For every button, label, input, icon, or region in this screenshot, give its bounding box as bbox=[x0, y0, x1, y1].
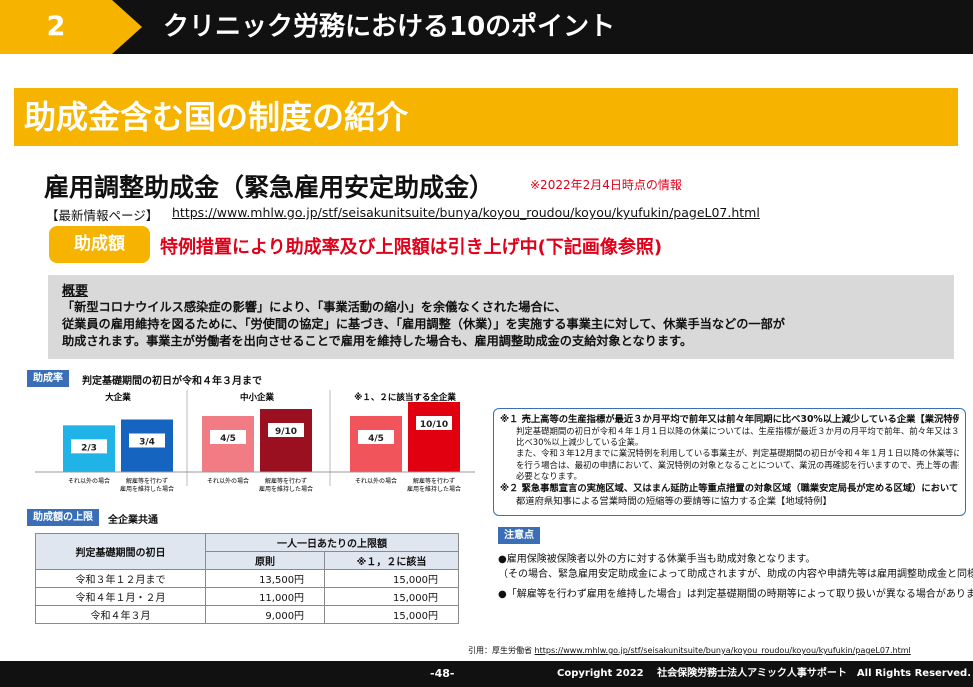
cell-special: 15,000円 bbox=[324, 605, 459, 624]
caution-line: ●雇用保険被保険者以外の方に対する休業手当も助成対象となります。 bbox=[498, 554, 816, 565]
cell-principle: 9,000円 bbox=[204, 605, 326, 624]
note-1-line: 判定基礎期間の初日が令和４年１月１日以降の休業については、生産指標が最近３か月の… bbox=[516, 426, 959, 436]
cell-special: 15,000円 bbox=[324, 587, 459, 606]
overview-line: 従業員の雇用維持を図るために、「労使間の協定」に基づき、「雇用調整（休業）」を実… bbox=[62, 317, 785, 331]
footer-bar: -48- Copyright 2022 社会保険労務士法人アミック人事サポート … bbox=[0, 661, 973, 687]
special-cases-box: ※１ 売上高等の生産指標が最近３か月平均で前年又は前々年同期に比べ30%以上減少… bbox=[493, 408, 966, 516]
citation-label: 引用：厚生労働省 bbox=[468, 646, 535, 655]
overview-heading: 概要 bbox=[62, 284, 89, 299]
x-label-keep: 解雇等を行わず bbox=[126, 477, 168, 485]
section-header-bar: 2 クリニック労務における10のポイント bbox=[0, 0, 973, 54]
note-2-heading: ※２ 緊急事態宣言の実施区域、又はまん延防止等重点措置の対象区域（職業安定局長が… bbox=[500, 483, 959, 495]
x-label-other: それ以外の場合 bbox=[355, 477, 397, 485]
x-label-other: それ以外の場合 bbox=[207, 477, 249, 485]
subsidy-title: 雇用調整助成金（緊急雇用安定助成金） bbox=[44, 173, 495, 202]
group-label: ※１、２に該当する全企業 bbox=[354, 392, 456, 403]
x-label-keep: 解雇等を行わず bbox=[265, 477, 307, 485]
x-label-keep: 雇用を維持した場合 bbox=[120, 485, 174, 493]
rate-bar bbox=[260, 409, 312, 472]
col-period: 判定基礎期間の初日 bbox=[35, 533, 206, 570]
note-1-line: を行う場合は、最初の申請において、業況特例の対象となることについて、業況の再確認… bbox=[516, 459, 959, 470]
limit-heading: 全企業共通 bbox=[108, 515, 158, 526]
citation-link[interactable]: https://www.mhlw.go.jp/stf/seisakunitsui… bbox=[535, 646, 911, 655]
section-arrow-icon bbox=[112, 0, 142, 54]
rate-value-label: 10/10 bbox=[420, 420, 448, 430]
caution-tag: 注意点 bbox=[498, 527, 540, 544]
rate-bar bbox=[408, 402, 460, 472]
rate-value-label: 3/4 bbox=[139, 438, 155, 448]
info-page-link[interactable]: https://www.mhlw.go.jp/stf/seisakunitsui… bbox=[172, 205, 760, 220]
as-of-note: ※2022年2月4日時点の情報 bbox=[530, 178, 682, 192]
limit-table: 判定基礎期間の初日 一人一日あたりの上限額 原則 ※１，２に該当 令和３年１２月… bbox=[35, 533, 459, 624]
col-special: ※１，２に該当 bbox=[324, 551, 459, 570]
topic-banner: 助成金含む国の制度の紹介 bbox=[14, 88, 958, 146]
cell-period: 令和４年３月 bbox=[35, 605, 206, 624]
cell-period: 令和４年１月・２月 bbox=[35, 587, 206, 606]
rate-value-label: 2/3 bbox=[81, 443, 97, 453]
cell-period: 令和３年１２月まで bbox=[35, 569, 206, 588]
amount-text: 特例措置により助成率及び上限額は引き上げ中(下記画像参照) bbox=[160, 237, 663, 258]
caution-line: （その場合、緊急雇用安定助成金によって助成されますが、助成の内容や申請先等は雇用… bbox=[498, 569, 973, 580]
note-1-line: また、令和３年12月までに業況特例を利用している事業主が、判定基礎期間の初日が令… bbox=[516, 448, 959, 459]
table-row: 令和４年１月・２月 11,000円 15,000円 bbox=[35, 587, 459, 606]
col-daily: 一人一日あたりの上限額 bbox=[205, 533, 459, 552]
overview-line: 「新型コロナウイルス感染症の影響」により、「事業活動の縮小」を余儀なくされた場合… bbox=[62, 300, 567, 314]
x-label-other: それ以外の場合 bbox=[68, 477, 110, 485]
limit-tag: 助成額の上限 bbox=[27, 509, 99, 526]
amount-badge: 助成額 bbox=[49, 226, 150, 263]
citation: 引用：厚生労働省 https://www.mhlw.go.jp/stf/seis… bbox=[468, 645, 911, 656]
cell-principle: 13,500円 bbox=[204, 569, 326, 588]
page-number: -48- bbox=[430, 667, 455, 680]
topic-title: 助成金含む国の制度の紹介 bbox=[24, 98, 409, 136]
table-row: 令和３年１２月まで 13,500円 15,000円 bbox=[35, 569, 459, 588]
cell-principle: 11,000円 bbox=[204, 587, 326, 606]
group-label: 大企業 bbox=[105, 392, 131, 403]
rate-heading: 判定基礎期間の初日が令和４年３月まで bbox=[82, 376, 262, 387]
x-label-keep: 雇用を維持した場合 bbox=[259, 485, 313, 493]
info-page-label: 【最新情報ページ】 bbox=[46, 208, 159, 223]
rate-chart: 大企業 2/3 3/4 それ以外の場合 解雇等を行わず 雇用を維持した場合 中小企業 4/5 9… bbox=[35, 388, 475, 498]
table-header-row: 判定基礎期間の初日 一人一日あたりの上限額 bbox=[35, 533, 459, 570]
note-1-heading: ※１ 売上高等の生産指標が最近３か月平均で前年又は前々年同期に比べ30%以上減少… bbox=[500, 414, 959, 425]
overview-box: 概要 「新型コロナウイルス感染症の影響」により、「事業活動の縮小」を余儀なくされ… bbox=[48, 275, 954, 359]
slide-page: 2 クリニック労務における10のポイント 助成金含む国の制度の紹介 雇用調整助成… bbox=[0, 0, 973, 687]
table-row: 令和４年３月 9,000円 15,000円 bbox=[35, 605, 459, 624]
rate-chart-svg: 大企業2/33/4それ以外の場合 解雇等を行わず雇用を維持した場合中小企業4/59… bbox=[35, 390, 475, 493]
rate-value-label: 4/5 bbox=[368, 434, 384, 444]
rate-value-label: 9/10 bbox=[275, 427, 297, 437]
note-1-line: 必要となります。 bbox=[516, 470, 582, 481]
section-number: 2 bbox=[46, 11, 66, 42]
cell-special: 15,000円 bbox=[324, 569, 459, 588]
rate-tag: 助成率 bbox=[27, 370, 69, 387]
col-principle: 原則 bbox=[204, 551, 326, 570]
note-1-line: 比べ30%以上減少している企業。 bbox=[516, 437, 644, 448]
section-title: クリニック労務における10のポイント bbox=[163, 12, 616, 42]
x-label-keep: 解雇等を行わず bbox=[413, 477, 455, 485]
copyright: Copyright 2022 社会保険労務士法人アミック人事サポート All R… bbox=[557, 668, 971, 679]
overview-line: 助成されます。事業主が労働者を出向させることで雇用を維持した場合も、雇用調整助成… bbox=[62, 334, 693, 348]
note-2-line: 都道府県知事による営業時間の短縮等の要請等に協力する企業【地域特例】 bbox=[516, 496, 832, 508]
caution-line: ●「解雇等を行わず雇用を維持した場合」は判定基礎期間の時期等によって取り扱いが異… bbox=[498, 589, 973, 600]
rate-value-label: 4/5 bbox=[220, 434, 236, 444]
group-label: 中小企業 bbox=[240, 392, 275, 403]
x-label-keep: 雇用を維持した場合 bbox=[407, 485, 461, 493]
